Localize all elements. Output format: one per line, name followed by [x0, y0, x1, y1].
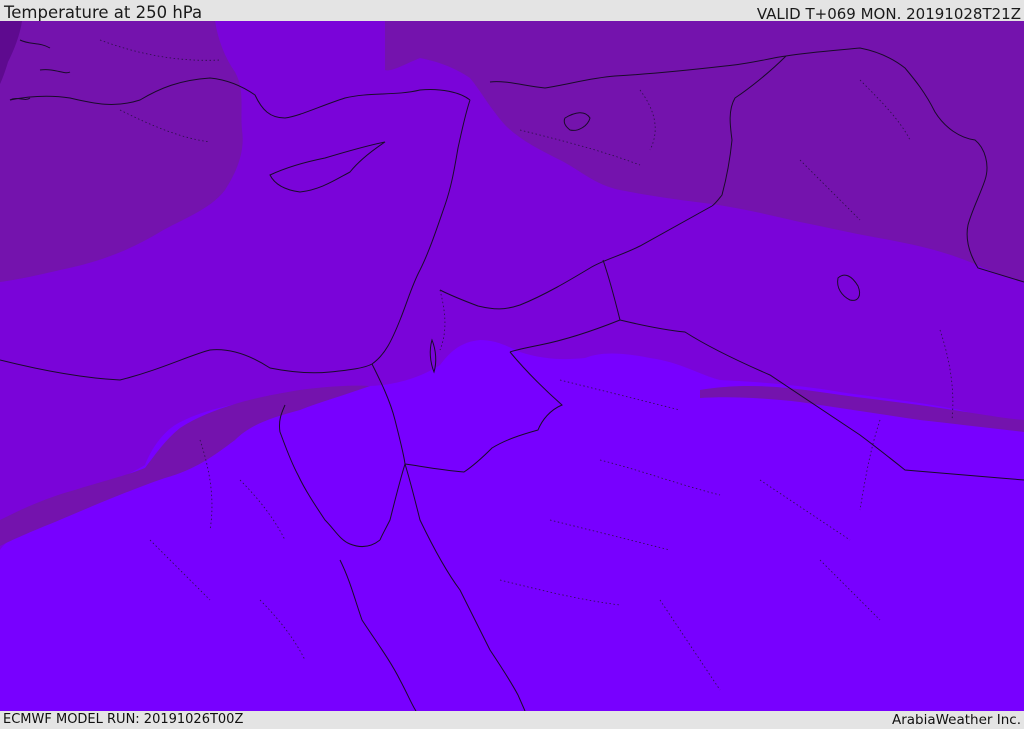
footer-bar: ECMWF MODEL RUN: 20191026T00Z ArabiaWeat…: [0, 711, 1024, 729]
model-run-label: ECMWF MODEL RUN: 20191026T00Z: [3, 712, 244, 727]
temperature-map[interactable]: [0, 21, 1024, 711]
map-canvas: [0, 21, 1024, 711]
credit-label: ArabiaWeather Inc.: [891, 712, 1021, 728]
map-title: Temperature at 250 hPa: [4, 3, 203, 22]
header-bar: Temperature at 250 hPa VALID T+069 MON. …: [0, 0, 1024, 23]
